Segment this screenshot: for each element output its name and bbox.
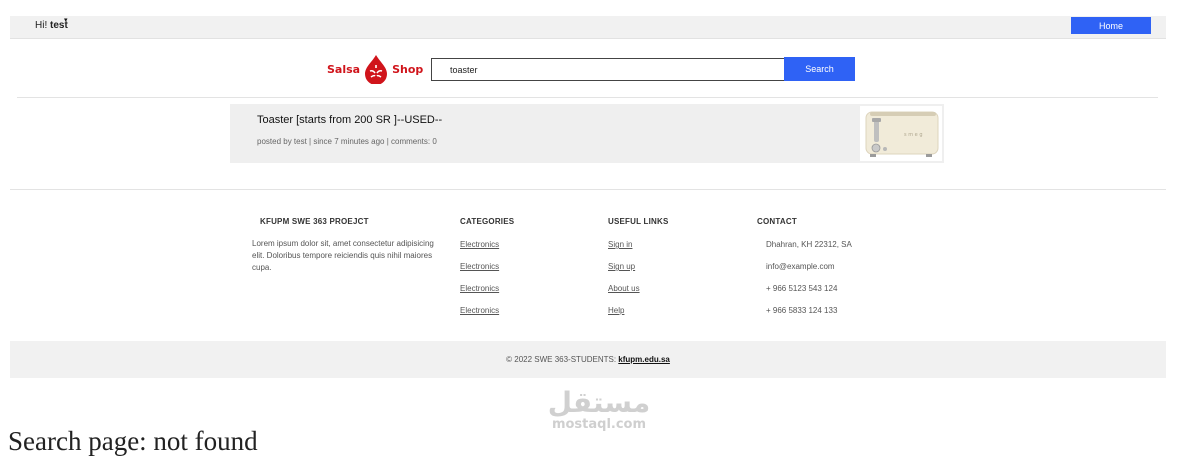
logo-word-salsa: Salsa bbox=[327, 62, 361, 76]
top-bar: Hi! test ▾ Home bbox=[10, 16, 1166, 39]
content-divider bbox=[10, 189, 1166, 190]
copyright-site-link[interactable]: kfupm.edu.sa bbox=[618, 355, 670, 364]
watermark-logo: مستقل mostaql.com bbox=[537, 388, 661, 432]
result-thumbnail[interactable]: s m e g bbox=[860, 106, 942, 161]
footer-link-sign-up[interactable]: Sign up bbox=[608, 256, 668, 278]
footer-categories: CATEGORIES Electronics Electronics Elect… bbox=[460, 217, 514, 322]
result-title[interactable]: Toaster [starts from 200 SR ]--USED-- bbox=[257, 114, 442, 126]
contact-email: info@example.com bbox=[766, 262, 835, 271]
contact-phone: + 966 5833 124 133 bbox=[766, 306, 838, 315]
site-logo[interactable]: Salsa Shop bbox=[327, 52, 423, 86]
footer-link-help[interactable]: Help bbox=[608, 300, 668, 322]
footer-useful-links: USEFUL LINKS Sign in Sign up About us He… bbox=[608, 217, 668, 322]
footer-link-sign-in[interactable]: Sign in bbox=[608, 234, 668, 256]
page-caption: Search page: not found bbox=[8, 426, 258, 456]
header-divider bbox=[17, 97, 1158, 98]
watermark-latin: mostaql.com bbox=[551, 417, 647, 432]
toaster-image: s m e g bbox=[860, 106, 942, 161]
copyright-bar: © 2022 SWE 363-STUDENTS: kfupm.edu.sa bbox=[10, 341, 1166, 378]
footer-category-link[interactable]: Electronics bbox=[460, 256, 514, 278]
logo-word-shop: Shop bbox=[392, 62, 424, 76]
user-greeting[interactable]: Hi! test bbox=[35, 20, 68, 31]
footer-about-heading: KFUPM SWE 363 PROEJCT bbox=[260, 217, 369, 226]
footer-category-link[interactable]: Electronics bbox=[460, 234, 514, 256]
footer-useful-links-heading: USEFUL LINKS bbox=[608, 217, 669, 226]
contact-address: Dhahran, KH 22312, SA bbox=[766, 240, 852, 249]
footer-about: KFUPM SWE 363 PROEJCT Lorem ipsum dolor … bbox=[252, 217, 444, 274]
search-result-card[interactable]: Toaster [starts from 200 SR ]--USED-- po… bbox=[230, 104, 944, 163]
footer-contact: CONTACT Dhahran, KH 22312, SA info@examp… bbox=[757, 217, 852, 322]
footer-category-link[interactable]: Electronics bbox=[460, 300, 514, 322]
footer-category-link[interactable]: Electronics bbox=[460, 278, 514, 300]
copyright-text: © 2022 SWE 363-STUDENTS: bbox=[506, 355, 617, 364]
search-button[interactable]: Search bbox=[784, 57, 855, 81]
footer-contact-heading: CONTACT bbox=[757, 217, 797, 226]
footer-categories-heading: CATEGORIES bbox=[460, 217, 515, 226]
svg-text:s m e g: s m e g bbox=[904, 132, 923, 138]
greeting-prefix: Hi! bbox=[35, 20, 48, 31]
watermark-arabic: مستقل bbox=[547, 386, 651, 419]
chevron-down-icon[interactable]: ▾ bbox=[64, 16, 68, 24]
result-meta: posted by test | since 7 minutes ago | c… bbox=[257, 137, 437, 146]
footer-link-about-us[interactable]: About us bbox=[608, 278, 668, 300]
home-button[interactable]: Home bbox=[1071, 17, 1151, 34]
contact-phone: + 966 5123 543 124 bbox=[766, 284, 838, 293]
search-input[interactable] bbox=[431, 58, 797, 81]
chili-drop-logo-icon bbox=[365, 55, 388, 84]
footer-about-text: Lorem ipsum dolor sit, amet consectetur … bbox=[252, 239, 434, 272]
